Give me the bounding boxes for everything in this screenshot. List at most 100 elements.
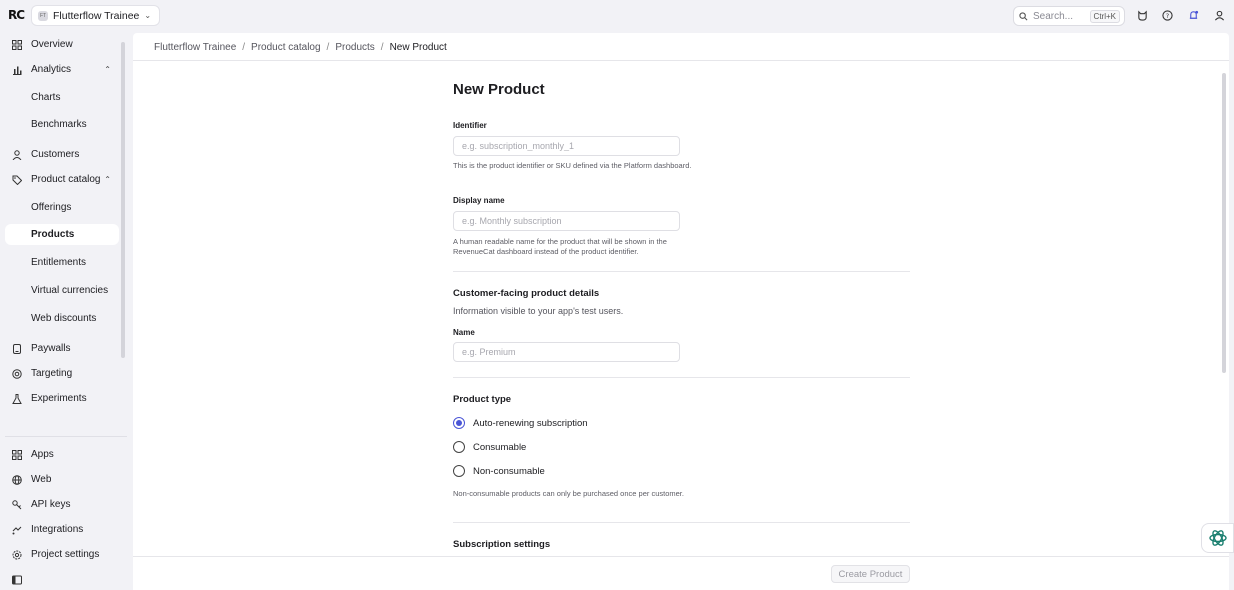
notifications-icon[interactable]: [1187, 9, 1199, 21]
sidebar-collapse-toggle[interactable]: [5, 569, 119, 590]
ai-assistant-button[interactable]: [1201, 523, 1234, 553]
sidebar-item-virtual-currencies[interactable]: Virtual currencies: [5, 280, 119, 301]
sidebar-item-overview[interactable]: Overview: [5, 34, 119, 55]
radio-auto-renewing[interactable]: Auto-renewing subscription: [453, 417, 588, 429]
chevron-down-icon: ⌄: [144, 11, 152, 20]
radio-consumable[interactable]: Consumable: [453, 441, 526, 453]
customer-section-title: Customer-facing product details: [453, 288, 600, 299]
search-box[interactable]: Search... Ctrl+K: [1013, 6, 1125, 26]
sidebar-item-customers[interactable]: Customers: [5, 144, 119, 165]
customer-section-subtitle: Information visible to your app's test u…: [453, 306, 624, 316]
person-icon: [11, 149, 22, 160]
product-type-help: Non-consumable products can only be purc…: [453, 489, 684, 498]
chevron-up-icon: ⌃: [104, 175, 111, 184]
radio-button[interactable]: [453, 441, 465, 453]
key-icon: [11, 499, 22, 510]
radio-non-consumable[interactable]: Non-consumable: [453, 465, 545, 477]
sidebar-item-label: Targeting: [31, 368, 73, 379]
sidebar-item-product-catalog[interactable]: Product catalog ⌃: [5, 169, 119, 190]
sidebar-item-label: Virtual currencies: [31, 285, 109, 296]
sidebar-item-label: Customers: [31, 149, 80, 160]
sidebar-item-label: Project settings: [31, 549, 100, 560]
breadcrumb-current: New Product: [389, 42, 447, 53]
breadcrumb-separator: /: [242, 42, 246, 53]
sidebar-item-label: Apps: [31, 449, 54, 460]
radio-label: Auto-renewing subscription: [473, 417, 588, 429]
radio-label: Non-consumable: [473, 465, 545, 477]
sidebar: Overview Analytics ⌃ Charts Benchmarks C…: [0, 32, 128, 590]
sidebar-item-project-settings[interactable]: Project settings: [5, 544, 119, 565]
assistant-icon: [1208, 530, 1227, 546]
breadcrumb-products[interactable]: Products: [335, 42, 374, 53]
page-title: New Product: [453, 81, 545, 98]
grid-icon: [11, 39, 22, 50]
display-name-label: Display name: [453, 196, 505, 205]
sidebar-item-label: Overview: [31, 39, 73, 50]
settings-icon: [11, 549, 22, 560]
breadcrumb-product-catalog[interactable]: Product catalog: [251, 42, 321, 53]
search-placeholder: Search...: [1033, 10, 1074, 22]
project-name: Flutterflow Trainee: [53, 9, 140, 22]
project-switcher[interactable]: FT Flutterflow Trainee ⌄: [31, 5, 161, 26]
globe-icon: [11, 474, 22, 485]
sidebar-item-api-keys[interactable]: API keys: [5, 494, 119, 515]
bar-chart-icon: [11, 64, 22, 75]
integrations-icon: [11, 524, 22, 535]
display-name-input[interactable]: [453, 211, 680, 231]
section-divider: [453, 522, 910, 523]
account-icon[interactable]: [1213, 9, 1225, 21]
svg-text:?: ?: [1165, 11, 1168, 19]
main-scrollbar[interactable]: [1222, 73, 1226, 373]
sidebar-item-offerings[interactable]: Offerings: [5, 197, 119, 218]
name-input[interactable]: [453, 342, 680, 362]
sidebar-item-entitlements[interactable]: Entitlements: [5, 252, 119, 273]
sidebar-item-label: API keys: [31, 499, 71, 510]
sidebar-item-targeting[interactable]: Targeting: [5, 363, 119, 384]
sidebar-item-label: Web discounts: [31, 313, 97, 324]
sidebar-item-benchmarks[interactable]: Benchmarks: [5, 114, 119, 135]
sidebar-item-integrations[interactable]: Integrations: [5, 519, 119, 540]
sidebar-item-paywalls[interactable]: Paywalls: [5, 338, 119, 359]
sidebar-item-experiments[interactable]: Experiments: [5, 388, 119, 409]
sidebar-item-analytics[interactable]: Analytics ⌃: [5, 59, 119, 80]
sidebar-toggle-icon: [11, 574, 22, 585]
radio-button-checked[interactable]: [453, 417, 465, 429]
name-label: Name: [453, 328, 475, 337]
radio-button[interactable]: [453, 465, 465, 477]
header-divider: [133, 60, 1229, 61]
sidebar-item-products[interactable]: Products: [5, 224, 119, 245]
target-icon: [11, 368, 22, 379]
revenuecat-logo[interactable]: RC: [8, 8, 25, 22]
section-divider: [453, 377, 910, 378]
sidebar-item-label: Analytics: [31, 64, 72, 75]
help-icon[interactable]: ?: [1161, 9, 1173, 21]
form-footer: Create Product: [133, 556, 1229, 590]
sidebar-item-apps[interactable]: Apps: [5, 444, 119, 465]
beta-cat-icon[interactable]: [1136, 9, 1148, 21]
sidebar-divider: [5, 436, 127, 437]
sidebar-item-charts[interactable]: Charts: [5, 87, 119, 108]
breadcrumb-project[interactable]: Flutterflow Trainee: [154, 42, 236, 53]
sidebar-item-label: Integrations: [31, 524, 84, 535]
breadcrumb: Flutterflow Trainee / Product catalog / …: [154, 42, 447, 53]
apps-icon: [11, 449, 22, 460]
product-type-title: Product type: [453, 394, 512, 405]
identifier-input[interactable]: [453, 136, 680, 156]
paywall-icon: [11, 343, 22, 354]
create-product-button[interactable]: Create Product: [831, 565, 910, 583]
sidebar-item-label: Benchmarks: [31, 119, 87, 130]
sidebar-item-web-discounts[interactable]: Web discounts: [5, 308, 119, 329]
tag-icon: [11, 174, 22, 185]
section-divider: [453, 271, 910, 272]
sidebar-item-label: Experiments: [31, 393, 87, 404]
sidebar-scrollbar[interactable]: [121, 42, 125, 358]
sidebar-item-label: Products: [31, 229, 75, 240]
sidebar-item-label: Offerings: [31, 202, 72, 213]
top-bar: RC FT Flutterflow Trainee ⌄ Search... Ct…: [0, 0, 1234, 32]
search-icon: [1019, 11, 1028, 20]
sidebar-item-web[interactable]: Web: [5, 469, 119, 490]
breadcrumb-separator: /: [326, 42, 330, 53]
subscription-settings-title: Subscription settings: [453, 539, 551, 550]
radio-label: Consumable: [473, 441, 527, 453]
flask-icon: [11, 393, 22, 404]
